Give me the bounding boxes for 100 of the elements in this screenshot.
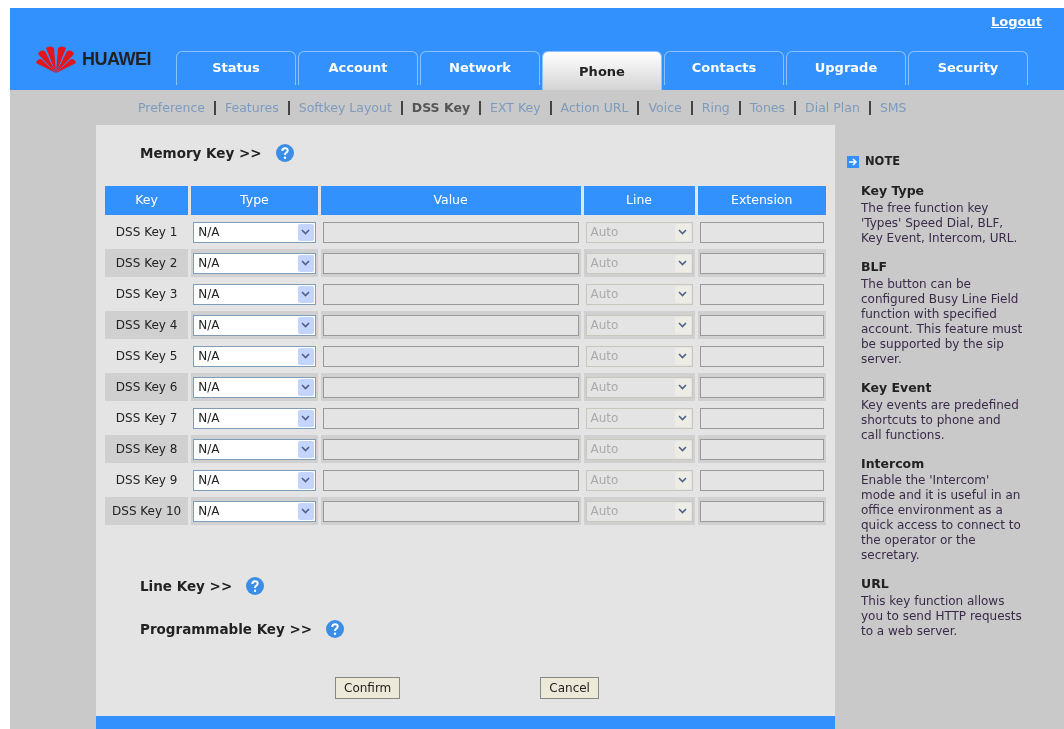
value-field[interactable] [322,438,579,460]
subnav-link[interactable]: DSS Key [400,100,480,115]
extension-field[interactable] [699,469,824,491]
note-title: NOTE [865,153,901,170]
extension-field[interactable] [699,345,824,367]
subnav-link[interactable]: Voice [637,100,691,115]
logo-icon [36,44,76,74]
caret-icon [674,223,691,241]
section-title: Programmable Key >> [140,619,313,639]
caret-icon [674,502,691,520]
caret-icon [674,285,691,303]
type-select[interactable]: N/A [193,314,316,336]
type-select[interactable]: N/A [193,469,316,491]
subnav-link[interactable]: Ring [690,100,739,115]
nav-tab[interactable]: Network [420,51,540,85]
caret-icon [297,254,314,272]
subnav-link[interactable]: Tones [738,100,795,115]
arrow-icon [847,155,859,168]
caret-icon [297,502,314,520]
type-select[interactable]: N/A [193,283,316,305]
caret-icon [674,471,691,489]
key-label: DSS Key 5 [115,349,178,364]
type-select[interactable]: N/A [193,500,316,522]
caret-icon [297,440,314,458]
caret-icon [297,471,314,489]
extension-field[interactable] [699,500,824,522]
key-label: DSS Key 3 [115,287,178,302]
form-button[interactable]: Cancel [540,676,599,699]
nav-tab[interactable]: Security [908,51,1028,85]
help-icon[interactable] [326,619,345,638]
help-icon[interactable] [246,577,265,596]
subnav-link[interactable]: Preference [129,100,214,115]
key-label: DSS Key 4 [115,318,178,333]
note-heading: Key Event [861,378,933,397]
note-heading: Key Type [861,182,926,201]
subnav-link[interactable]: Dial Plan [794,100,869,115]
note-text: This key function allows you to send HTTP requests to a web server. [861,594,1023,639]
note-heading: URL [861,575,890,594]
subnav-link[interactable]: Action URL [549,100,638,115]
column-header: Type [191,186,318,216]
type-select[interactable]: N/A [193,221,316,243]
caret-icon [297,223,314,241]
section-title: Line Key >> [140,577,233,597]
value-field[interactable] [322,345,579,367]
key-label: DSS Key 1 [115,225,178,240]
logout-link[interactable]: Logout [991,12,1042,32]
extension-field[interactable] [699,221,824,243]
caret-icon [297,378,314,396]
subnav-link[interactable]: Features [214,100,288,115]
value-field[interactable] [322,314,579,336]
caret-icon [297,347,314,365]
extension-field[interactable] [699,376,824,398]
column-header: Key [105,186,189,216]
logo-text: HUAWEI [82,47,151,71]
caret-icon [297,409,314,427]
extension-field[interactable] [699,252,824,274]
type-select[interactable]: N/A [193,438,316,460]
note-text: The button can be configured Busy Line Field function with specified account. This feature must be supported by the sip server. [861,276,1024,367]
note-heading: BLF [861,258,889,276]
type-select[interactable]: N/A [193,252,316,274]
caret-icon [674,409,691,427]
key-label: DSS Key 9 [115,473,178,488]
note-text: Enable the 'Intercom' mode and it is useful in an office environment as a quick access to connect to the operator or the secretary. [861,473,1022,564]
nav-tab[interactable]: Status [176,51,296,85]
note-heading: Intercom [861,454,926,473]
nav-tab[interactable]: Phone [542,51,662,90]
value-field[interactable] [322,407,579,429]
type-select[interactable]: N/A [193,407,316,429]
section-title: Memory Key >> [140,144,262,163]
caret-icon [674,378,691,396]
caret-icon [674,316,691,334]
subnav-link[interactable]: EXT Key [479,100,550,115]
caret-icon [297,285,314,303]
value-field[interactable] [322,221,579,243]
value-field[interactable] [322,252,579,274]
column-header: Line [583,186,695,216]
value-field[interactable] [322,500,579,522]
column-header: Extension [697,186,826,216]
extension-field[interactable] [699,407,824,429]
subnav-link[interactable]: SMS [868,100,916,115]
key-label: DSS Key 2 [115,256,178,271]
key-label: DSS Key 8 [115,442,178,457]
type-select[interactable]: N/A [193,345,316,367]
nav-tab[interactable]: Contacts [664,51,784,85]
nav-tab[interactable]: Upgrade [786,51,906,85]
extension-field[interactable] [699,314,824,336]
form-button[interactable]: Confirm [335,676,401,699]
type-select[interactable]: N/A [193,376,316,398]
extension-field[interactable] [699,283,824,305]
value-field[interactable] [322,469,579,491]
value-field[interactable] [322,283,579,305]
subnav-link[interactable]: Softkey Layout [287,100,401,115]
value-field[interactable] [322,376,579,398]
nav-tab[interactable]: Account [298,51,418,85]
note-text: Key events are predefined shortcuts to phone and call functions. [861,397,1020,443]
key-label: DSS Key 10 [112,504,182,519]
key-label: DSS Key 6 [115,380,178,395]
help-icon[interactable] [275,144,294,163]
extension-field[interactable] [699,438,824,460]
note-text: The free function key 'Types' Speed Dial, BLF, Key Event, Intercom, URL. [861,201,1019,246]
